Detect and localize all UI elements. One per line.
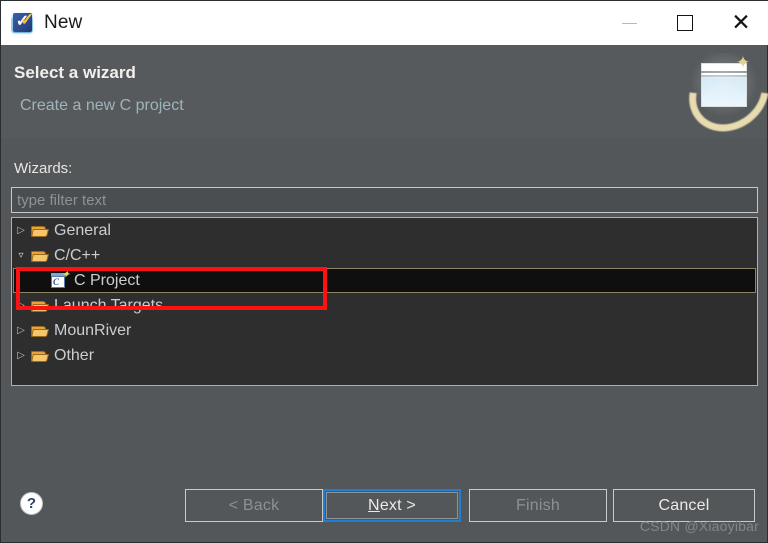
new-wizard-dialog: ✓ ✓ New ✕ Select a wizard Create a new C… — [0, 0, 768, 543]
tree-item-label: Other — [54, 346, 95, 364]
window-title: New — [44, 12, 83, 33]
tree-item-label: Launch Targets — [54, 296, 164, 314]
folder-icon — [30, 323, 50, 339]
tree-item-c-project[interactable]: C ✦ C Project — [13, 268, 756, 293]
chevron-right-icon[interactable]: ▷ — [12, 218, 30, 243]
title-bar: ✓ ✓ New ✕ — [1, 1, 768, 45]
new-window-sparkle-icon: ✦ — [673, 38, 768, 148]
wizards-label: Wizards: — [14, 160, 73, 177]
next-button[interactable]: Next > — [323, 489, 461, 522]
filter-placeholder: type filter text — [17, 191, 107, 209]
filter-input[interactable]: type filter text — [11, 187, 758, 213]
tree-item-label: C Project — [74, 271, 140, 289]
close-button[interactable]: ✕ — [713, 1, 768, 45]
finish-button[interactable]: Finish — [469, 489, 607, 522]
close-icon: ✕ — [731, 9, 751, 36]
tree-item-label: MounRiver — [54, 321, 132, 339]
tree-item-label: General — [54, 221, 111, 239]
page-subtitle: Create a new C project — [20, 97, 184, 114]
tree-item-mounriver[interactable]: ▷ MounRiver — [12, 318, 757, 343]
next-mnemonic: N — [368, 496, 380, 514]
chevron-down-icon[interactable]: ▿ — [12, 243, 30, 268]
window-controls: ✕ — [601, 1, 768, 45]
folder-icon — [30, 348, 50, 364]
chevron-right-icon[interactable]: ▷ — [12, 318, 30, 343]
chevron-right-icon[interactable]: ▷ — [12, 293, 30, 318]
tree-item-general[interactable]: ▷ General — [12, 218, 757, 243]
tree-item-launch-targets[interactable]: ▷ Launch Targets — [12, 293, 757, 318]
chevron-right-icon[interactable]: ▷ — [12, 343, 30, 368]
next-label-rest: ext > — [379, 496, 416, 514]
watermark: CSDN @Xiaoyibar — [639, 518, 759, 534]
wizard-header: Select a wizard Create a new C project ✦ — [1, 38, 768, 148]
c-project-icon: C ✦ — [51, 268, 71, 288]
tree-item-other[interactable]: ▷ Other — [12, 343, 757, 368]
page-title: Select a wizard — [14, 63, 136, 82]
folder-icon — [30, 248, 50, 264]
maximize-button[interactable] — [657, 1, 713, 45]
help-icon[interactable]: ? — [20, 492, 43, 515]
tree-item-label: C/C++ — [54, 246, 101, 264]
minimize-icon — [621, 22, 637, 24]
wizard-tree[interactable]: ▷ General ▿ C/C++ C ✦ C Project ▷ Launch … — [11, 217, 758, 386]
maximize-icon — [677, 15, 693, 31]
back-button[interactable]: < Back — [185, 489, 323, 522]
tree-item-c-cpp[interactable]: ▿ C/C++ — [12, 243, 757, 268]
minimize-button[interactable] — [601, 1, 657, 45]
folder-icon — [30, 223, 50, 239]
folder-icon — [30, 298, 50, 314]
eclipse-new-wizard-icon: ✓ ✓ — [11, 11, 35, 35]
